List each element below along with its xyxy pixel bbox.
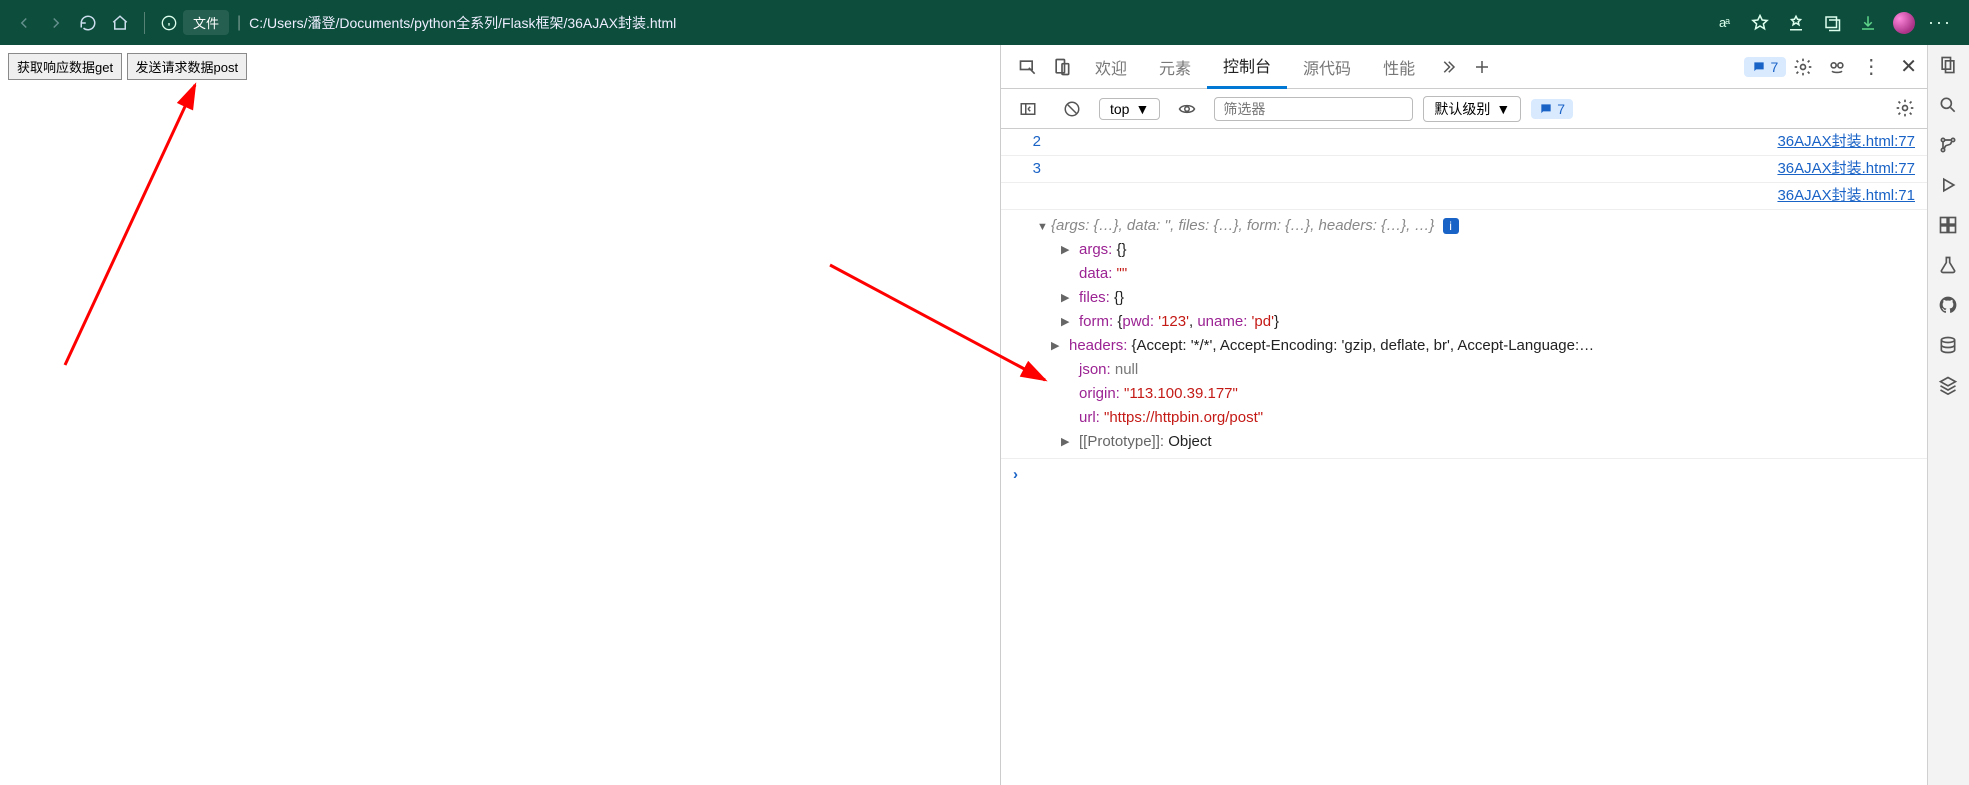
tab-welcome[interactable]: 欢迎 <box>1079 45 1143 89</box>
console-issues-count: 7 <box>1557 101 1565 117</box>
level-value: 默认级别 <box>1434 99 1490 119</box>
back-button[interactable] <box>8 7 40 39</box>
get-button[interactable]: 获取响应数据get <box>8 53 122 80</box>
console-issues-badge[interactable]: 7 <box>1531 99 1573 119</box>
object-prop: data: "" <box>1051 262 1915 286</box>
url-text: C:/Users/潘登/Documents/python全系列/Flask框架/… <box>249 13 676 33</box>
database-icon[interactable] <box>1938 335 1960 357</box>
object-summary: {args: {…}, data: '', files: {…}, form: … <box>1051 217 1434 234</box>
extensions-icon[interactable] <box>1938 215 1960 237</box>
refresh-button[interactable] <box>72 7 104 39</box>
avatar[interactable] <box>1893 12 1915 34</box>
tab-sources[interactable]: 源代码 <box>1287 45 1367 89</box>
device-icon[interactable] <box>1045 50 1079 84</box>
chevron-down-icon: ▼ <box>1135 101 1149 117</box>
filter-input[interactable] <box>1214 97 1413 121</box>
live-expression-icon[interactable] <box>1170 92 1204 126</box>
add-tab-icon[interactable] <box>1465 50 1499 84</box>
tab-console[interactable]: 控制台 <box>1207 45 1287 89</box>
downloads-icon[interactable] <box>1857 12 1879 34</box>
expand-toggle-icon[interactable] <box>1037 214 1048 238</box>
file-chip-label: 文件 <box>193 13 219 32</box>
play-icon[interactable] <box>1938 175 1960 197</box>
object-prop: url: "https://httpbin.org/post" <box>1051 406 1915 430</box>
more-tabs-icon[interactable] <box>1431 50 1465 84</box>
read-aloud-icon[interactable]: aᵃ <box>1713 12 1735 34</box>
more-icon[interactable]: ··· <box>1929 12 1951 34</box>
file-chip: 文件 <box>183 10 229 35</box>
object-prop-headers[interactable]: ▶headers: {Accept: '*/*', Accept-Encodin… <box>1051 334 1915 358</box>
console-toolbar: top ▼ 默认级别 ▼ 7 <box>1001 89 1927 129</box>
github-icon[interactable] <box>1938 295 1960 317</box>
issues-badge[interactable]: 7 <box>1744 57 1786 77</box>
settings-icon[interactable] <box>1786 50 1820 84</box>
source-link[interactable]: 36AJAX封装.html:77 <box>1777 130 1915 154</box>
source-link[interactable]: 36AJAX封装.html:77 <box>1777 157 1915 181</box>
console-row[interactable]: 3 36AJAX封装.html:77 <box>1001 156 1927 183</box>
clear-console-icon[interactable] <box>1055 92 1089 126</box>
tab-elements[interactable]: 元素 <box>1143 45 1207 89</box>
context-value: top <box>1110 101 1129 117</box>
post-button[interactable]: 发送请求数据post <box>127 53 248 80</box>
chevron-down-icon: ▼ <box>1496 101 1510 117</box>
tab-performance[interactable]: 性能 <box>1367 45 1431 89</box>
inspect-icon[interactable] <box>1011 50 1045 84</box>
issues-count: 7 <box>1770 59 1778 75</box>
forward-button[interactable] <box>40 7 72 39</box>
log-value: 3 <box>1013 157 1041 181</box>
object-prop[interactable]: ▶files: {} <box>1051 286 1915 310</box>
collections-icon[interactable] <box>1821 12 1843 34</box>
console-body: 2 36AJAX封装.html:77 3 36AJAX封装.html:77 36… <box>1001 129 1927 785</box>
context-selector[interactable]: top ▼ <box>1099 98 1160 120</box>
console-prompt[interactable]: › <box>1001 459 1927 491</box>
dock-menu-icon[interactable]: ⋮ <box>1854 50 1888 84</box>
browser-right-icons: aᵃ ··· <box>1713 12 1961 34</box>
divider <box>144 12 145 34</box>
object-prop[interactable]: ▶args: {} <box>1051 238 1915 262</box>
devtools-tab-bar: 欢迎 元素 控制台 源代码 性能 7 ⋮ ✕ <box>1001 45 1927 89</box>
home-button[interactable] <box>104 7 136 39</box>
beaker-icon[interactable] <box>1938 255 1960 277</box>
object-prop: json: null <box>1051 358 1915 382</box>
info-icon[interactable]: i <box>1443 218 1459 234</box>
favorite-icon[interactable] <box>1749 12 1771 34</box>
address-bar[interactable]: 文件 | C:/Users/潘登/Documents/python全系列/Fla… <box>161 10 1713 35</box>
branch-icon[interactable] <box>1938 135 1960 157</box>
devtools-panel: 欢迎 元素 控制台 源代码 性能 7 ⋮ ✕ top ▼ <box>1000 45 1927 785</box>
divider: | <box>237 14 241 32</box>
object-prototype[interactable]: ▶[[Prototype]]: Object <box>1051 430 1915 454</box>
log-value: 2 <box>1013 130 1041 154</box>
close-devtools-icon[interactable]: ✕ <box>1900 54 1917 79</box>
console-row[interactable]: 36AJAX封装.html:71 <box>1001 183 1927 210</box>
page-viewport: 获取响应数据get 发送请求数据post <box>0 45 1000 785</box>
search-icon[interactable] <box>1938 95 1960 117</box>
layers-icon[interactable] <box>1938 375 1960 397</box>
info-icon <box>161 15 177 31</box>
log-value <box>1013 184 1041 208</box>
object-prop: origin: "113.100.39.177" <box>1051 382 1915 406</box>
copy-icon[interactable] <box>1938 55 1960 77</box>
favorites-bar-icon[interactable] <box>1785 12 1807 34</box>
toggle-drawer-icon[interactable] <box>1011 92 1045 126</box>
object-prop-form[interactable]: ▶form: {pwd: '123', uname: 'pd'} <box>1051 310 1915 334</box>
edge-sidebar <box>1927 45 1969 785</box>
level-selector[interactable]: 默认级别 ▼ <box>1423 96 1521 122</box>
console-object[interactable]: {args: {…}, data: '', files: {…}, form: … <box>1001 210 1927 459</box>
feedback-icon[interactable] <box>1820 50 1854 84</box>
source-link[interactable]: 36AJAX封装.html:71 <box>1777 184 1915 208</box>
console-settings-icon[interactable] <box>1895 98 1917 120</box>
annotation-arrow-1 <box>55 75 215 375</box>
browser-toolbar: 文件 | C:/Users/潘登/Documents/python全系列/Fla… <box>0 0 1969 45</box>
console-row[interactable]: 2 36AJAX封装.html:77 <box>1001 129 1927 156</box>
